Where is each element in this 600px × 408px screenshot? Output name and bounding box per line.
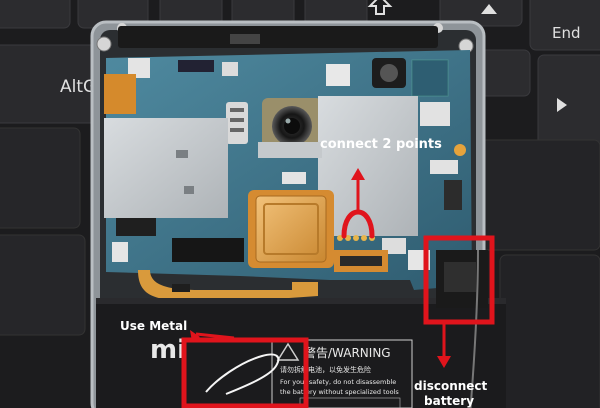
warning-en-2: the battery without specialized tools (280, 388, 399, 396)
photo-scene: AltG End mi 警告/WARNING 请勿拆解电池，以免发生危险 For… (0, 0, 600, 408)
keyboard-key (479, 139, 600, 251)
use-metal-label: Use Metal (120, 319, 187, 333)
keyboard-key (0, 127, 81, 229)
battery-label: battery (424, 394, 474, 408)
disconnect-label: disconnect (414, 379, 488, 393)
battery-logo: mi (150, 335, 186, 365)
end-key-label: End (552, 24, 581, 42)
keyboard-key (499, 254, 600, 408)
top-bracket (118, 26, 438, 48)
shield-can-left (104, 118, 228, 218)
warning-title: 警告/WARNING (304, 345, 391, 360)
fingerprint-sensor (248, 190, 334, 268)
keyboard-key (537, 54, 600, 151)
connect-points-label: connect 2 points (320, 137, 442, 152)
keyboard-key (0, 0, 71, 29)
warning-en-1: For your safety, do not disassemble (280, 378, 396, 386)
warning-cn: 请勿拆解电池，以免发生危险 (280, 365, 371, 374)
keyboard-key (0, 234, 86, 336)
